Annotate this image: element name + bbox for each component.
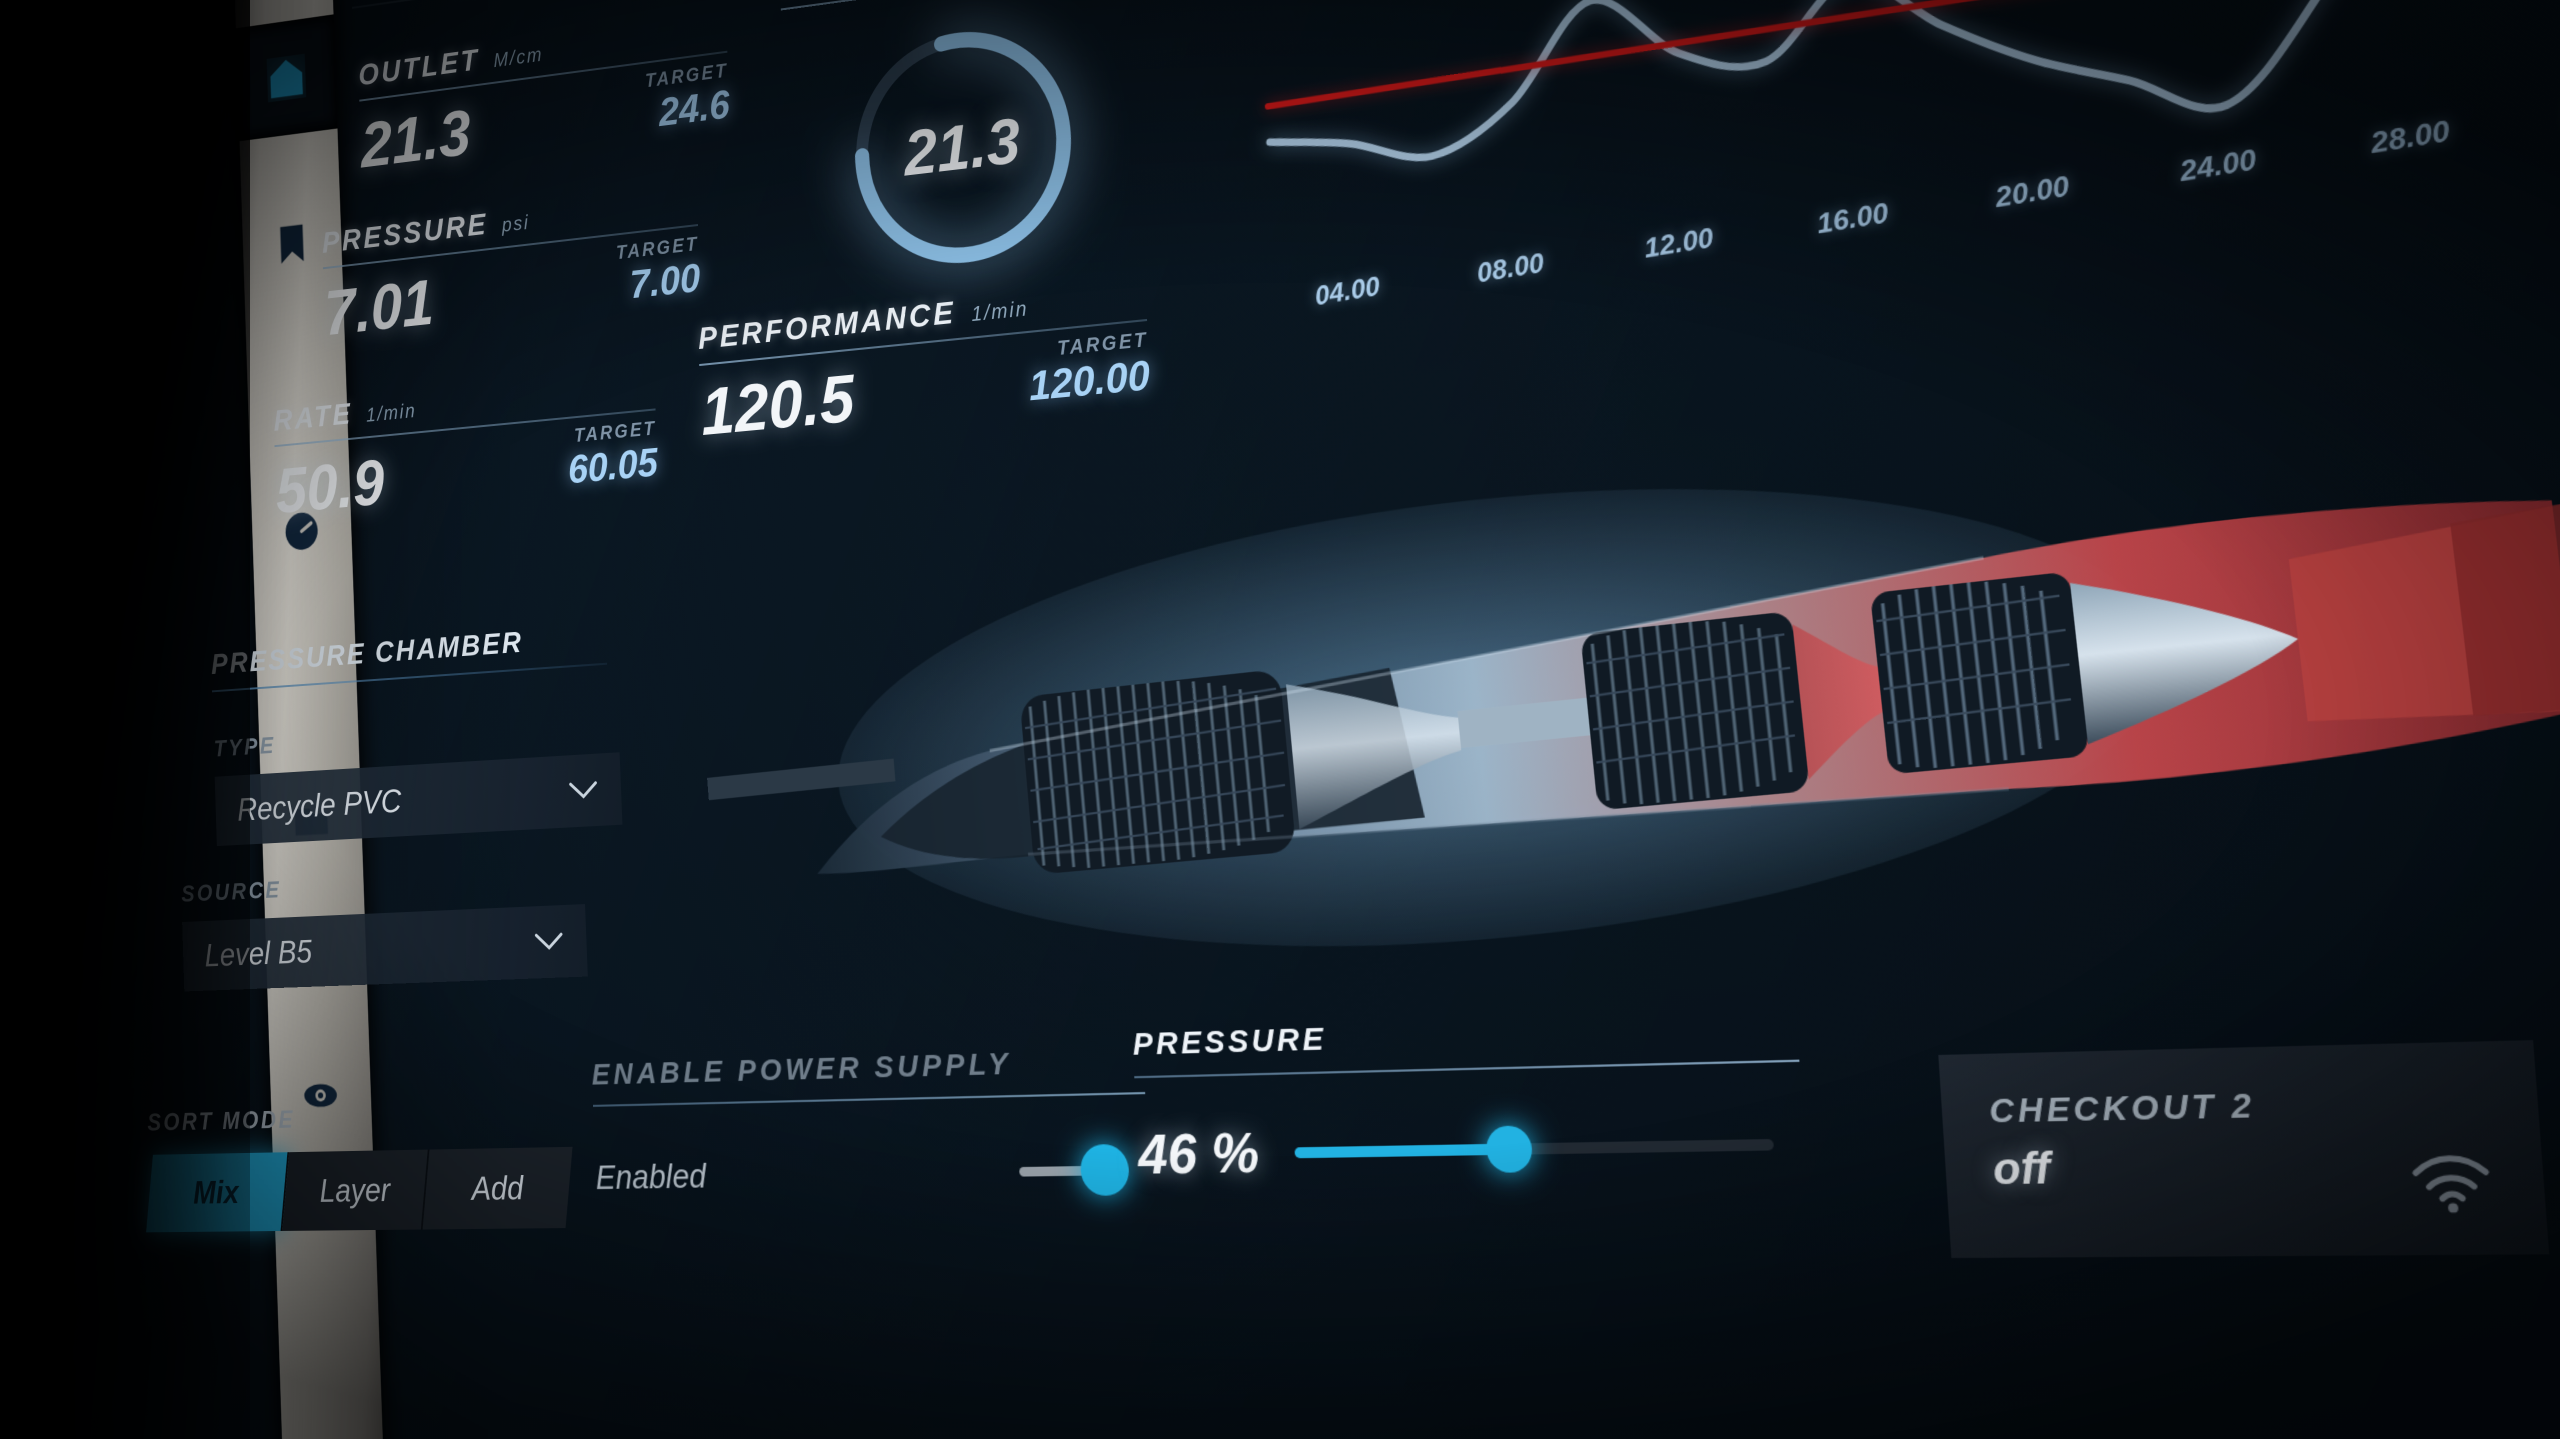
sort-mode-section: SORT MODE Mix Layer Add xyxy=(146,1098,634,1233)
sort-mode-option-label: Add xyxy=(470,1168,524,1207)
metric-unit: M/cm xyxy=(493,44,544,73)
dashboard-panel: ALL TURBINE E6 TURBINE E7 TURBINE E8 OUT… xyxy=(32,0,2560,1439)
pressure-slider-knob[interactable] xyxy=(1484,1125,1534,1173)
chevron-down-icon xyxy=(569,780,598,802)
power-supply-section: ENABLE POWER SUPPLY Enabled xyxy=(591,1041,1211,1200)
pressure-slider-section: PRESSURE 46 % xyxy=(1132,1005,1876,1188)
checkout-card[interactable]: CHECKOUT 2 off xyxy=(1938,1040,2550,1259)
metric-target: TARGET 60.05 xyxy=(566,418,658,497)
checkout-title: CHECKOUT 2 xyxy=(1988,1087,2257,1131)
sort-mode-option-label: Layer xyxy=(318,1171,391,1209)
sort-mode-label: SORT MODE xyxy=(146,1105,296,1137)
metric-unit: 1/min xyxy=(365,400,417,427)
toggle-knob[interactable] xyxy=(1079,1143,1131,1196)
metric-unit: 1/min xyxy=(970,297,1029,327)
pressure-slider-divider xyxy=(1134,1059,1800,1079)
metric-title: PERFORMANCE xyxy=(697,294,957,357)
perspective-wrapper: ALL TURBINE E6 TURBINE E7 TURBINE E8 OUT… xyxy=(0,0,2560,1439)
metric-title: RATE xyxy=(273,396,354,438)
type-select-value: Recycle PVC xyxy=(236,782,402,828)
metric-pressure: PRESSURE psi 7.01 TARGET 7.00 xyxy=(321,181,701,349)
source-select[interactable]: Level B5 xyxy=(182,904,588,992)
type-select[interactable]: Recycle PVC xyxy=(214,752,623,847)
pressure-slider-track[interactable] xyxy=(1293,1125,1774,1173)
metric-outlet: OUTLET M/cm 21.3 TARGET 24.6 xyxy=(358,8,731,181)
sidebar-item-home[interactable] xyxy=(235,14,338,142)
dashboard-screen: ALL TURBINE E6 TURBINE E7 TURBINE E8 OUT… xyxy=(0,0,2560,1439)
metric-value: 50.9 xyxy=(274,445,386,527)
metric-performance: PERFORMANCE 1/min 120.5 TARGET 120.00 xyxy=(697,274,1151,450)
metric-value: 120.5 xyxy=(699,359,856,450)
power-supply-toggle[interactable] xyxy=(1018,1143,1131,1196)
pressure-chamber-section: PRESSURE CHAMBER TYPE Recycle PVC xyxy=(211,616,668,847)
metric-target: TARGET 120.00 xyxy=(1027,329,1151,414)
source-label: SOURCE xyxy=(180,876,282,908)
source-section: SOURCE Level B5 xyxy=(181,860,633,992)
sort-mode-option-layer[interactable]: Layer xyxy=(282,1149,430,1231)
wifi-icon xyxy=(2409,1155,2493,1213)
power-supply-state: Enabled xyxy=(594,1156,707,1197)
metric-target: TARGET 24.6 xyxy=(645,61,731,142)
power-supply-title: ENABLE POWER SUPPLY xyxy=(590,1046,1013,1092)
home-icon[interactable] xyxy=(236,29,337,127)
chart-plot xyxy=(1225,0,2560,295)
metric-target: TARGET 7.00 xyxy=(616,234,701,314)
turbine-illustration xyxy=(691,337,2560,1016)
sort-mode-segmented-control: Mix Layer Add xyxy=(146,1146,573,1233)
sort-mode-option-label: Mix xyxy=(192,1173,240,1211)
sort-mode-option-mix[interactable]: Mix xyxy=(146,1152,290,1233)
target-value: 24.6 xyxy=(658,82,731,136)
metric-value: 7.01 xyxy=(323,265,435,349)
workload-title: WORKLOAD xyxy=(779,0,978,2)
workload-gauge: WORKLOAD M/cm 21.3 xyxy=(779,0,1214,10)
power-supply-divider xyxy=(592,1091,1146,1107)
pressure-slider-fill xyxy=(1293,1143,1510,1159)
source-select-value: Level B5 xyxy=(204,932,313,974)
sort-mode-option-add[interactable]: Add xyxy=(422,1146,573,1230)
ppr-chart: PP/R 04.0008.0012.0016.0020.0024.0028.00… xyxy=(1223,0,2560,358)
metric-unit: psi xyxy=(501,212,531,237)
workload-value: 21.3 xyxy=(902,105,1022,190)
metric-value: 21.3 xyxy=(359,95,472,181)
target-value: 7.00 xyxy=(629,255,702,308)
pressure-slider-value: 46 % xyxy=(1136,1121,1261,1187)
pressure-slider-title: PRESSURE xyxy=(1131,1021,1328,1063)
target-value: 60.05 xyxy=(567,440,659,493)
chevron-down-icon xyxy=(534,931,563,952)
